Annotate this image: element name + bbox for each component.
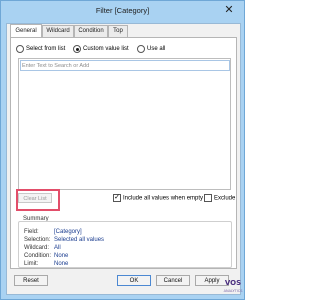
general-panel: Select from list Custom value list Use a… [10,37,237,269]
exclude-checkbox[interactable] [204,194,212,202]
tab-wildcard[interactable]: Wildcard [42,25,74,37]
cancel-button[interactable]: Cancel [156,275,190,286]
custom-value-list[interactable] [18,58,231,190]
radio-button[interactable] [137,45,145,53]
summary-row-wildcard: Wildcard: All [24,245,61,251]
clear-list-button[interactable]: Clear List [18,193,52,203]
radio-use-all[interactable]: Use all [137,45,165,53]
vos-analytics-logo: VOS ANALYTICS [223,279,243,293]
include-all-checkbox[interactable]: ✓ [113,194,121,202]
exclude-option[interactable]: Exclude [204,194,235,202]
include-all-option[interactable]: ✓ Include all values when empty [113,194,203,202]
dialog-body: General Wildcard Condition Top Select fr… [6,23,241,295]
radio-button-selected[interactable] [73,45,81,53]
exclude-label: Exclude [214,195,236,202]
radio-custom-value-list[interactable]: Custom value list [73,45,129,53]
tab-general[interactable]: General [10,24,42,37]
radio-select-from-list[interactable]: Select from list [16,45,65,53]
dialog-title: Filter [Category] [95,6,150,15]
summary-row-limit: Limit: None [24,261,69,267]
tab-top[interactable]: Top [108,25,128,37]
summary-box: Field: [Category] Selection: Selected all … [18,221,232,268]
tab-condition[interactable]: Condition [74,25,108,37]
close-icon[interactable]: ✕ [217,3,241,17]
search-input[interactable] [20,60,230,71]
radio-button[interactable] [16,45,24,53]
summary-row-selection: Selection: Selected all values [24,237,105,243]
include-all-label: Include all values when empty [123,195,204,202]
summary-row-field: Field: [Category] [24,229,82,235]
summary-row-condition: Condition: None [24,253,69,259]
ok-button[interactable]: OK [117,275,151,286]
reset-button[interactable]: Reset [14,275,48,286]
filter-dialog: Filter [Category] ✕ General Wildcard Con… [0,0,245,300]
